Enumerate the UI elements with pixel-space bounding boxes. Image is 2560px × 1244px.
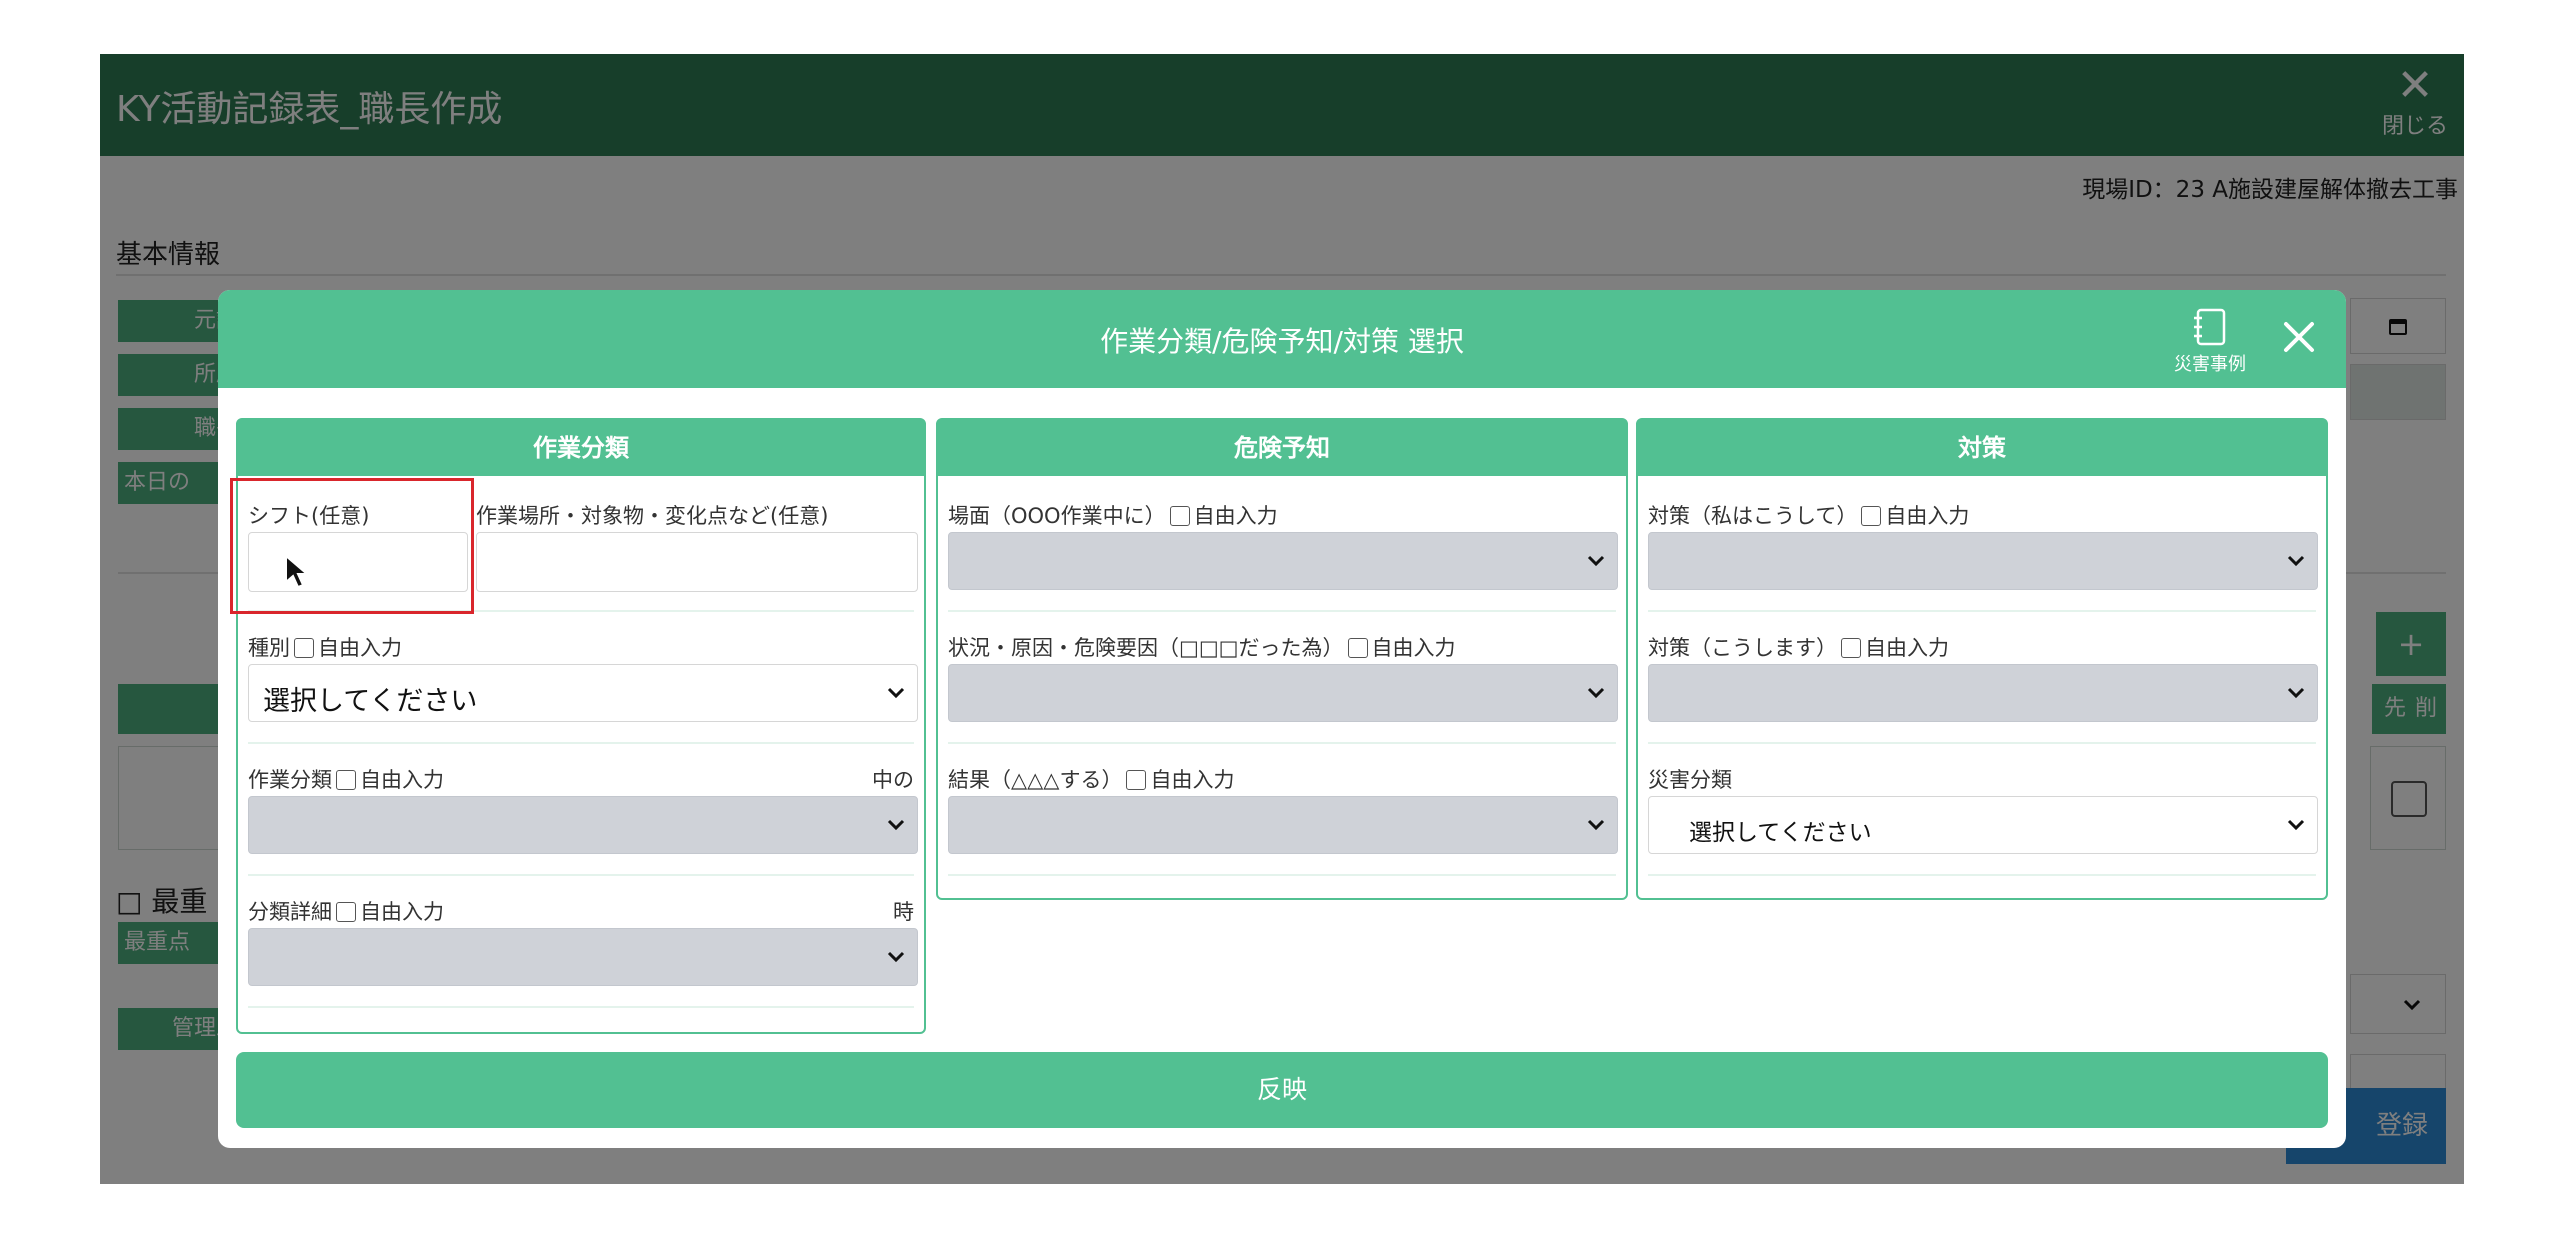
situation-select[interactable]: [948, 664, 1618, 722]
disaster-category-select[interactable]: 選択してください: [1648, 796, 2318, 854]
type-select-value: 選択してください: [263, 686, 478, 717]
modal-header: 作業分類/危険予知/対策 選択 災害事例: [218, 290, 2346, 388]
measure2-label: 対策（こうします）: [1648, 636, 1837, 660]
chevron-down-icon: [887, 819, 905, 831]
divider: [948, 742, 1616, 744]
panel-header-work: 作業分類: [238, 420, 924, 476]
category-select[interactable]: [248, 796, 918, 854]
disaster-category-label: 災害分類: [1648, 768, 1732, 792]
divider: [1648, 874, 2316, 876]
divider: [948, 610, 1616, 612]
divider: [248, 742, 914, 744]
detail-free-input-checkbox[interactable]: [336, 902, 356, 922]
result-label-row: 結果（△△△する） 自由入力: [948, 764, 1234, 794]
scene-select[interactable]: [948, 532, 1618, 590]
detail-hint: 時: [893, 900, 914, 924]
free-input-label: 自由入力: [1885, 504, 1970, 528]
measure2-label-row: 対策（こうします） 自由入力: [1648, 632, 1949, 662]
divider: [248, 1006, 914, 1008]
result-free-input-checkbox[interactable]: [1126, 770, 1147, 790]
disaster-case-button[interactable]: 災害事例: [2160, 308, 2260, 376]
panel-countermeasure: 対策 対策（私はこうして） 自由入力 対策（こうします） 自由入力 災害分類 選択し…: [1636, 418, 2328, 900]
panel-hazard-prediction: 危険予知 場面（OOO作業中に） 自由入力 状況・原因・危険要因（□□□だった為）…: [936, 418, 1628, 900]
free-input-label: 自由入力: [318, 636, 402, 660]
reflect-button[interactable]: 反映: [236, 1052, 2328, 1128]
category-label-row: 作業分類 自由入力: [248, 764, 444, 794]
detail-label: 分類詳細: [248, 900, 332, 924]
divider: [948, 874, 1616, 876]
free-input-label: 自由入力: [1150, 768, 1235, 792]
detail-select[interactable]: [248, 928, 918, 986]
measure2-select[interactable]: [1648, 664, 2318, 722]
scene-label-row: 場面（OOO作業中に） 自由入力: [948, 500, 1278, 530]
result-select[interactable]: [948, 796, 1618, 854]
detail-label-row: 分類詳細 自由入力: [248, 896, 444, 926]
category-free-input-checkbox[interactable]: [336, 770, 356, 790]
type-free-input-checkbox[interactable]: [294, 638, 314, 658]
disaster-case-label: 災害事例: [2174, 354, 2246, 375]
location-label: 作業場所・対象物・変化点など(任意): [476, 504, 829, 528]
chevron-down-icon: [1587, 555, 1605, 567]
free-input-label: 自由入力: [1193, 504, 1278, 528]
free-input-label: 自由入力: [360, 768, 444, 792]
free-input-label: 自由入力: [1371, 636, 1456, 660]
situation-label-row: 状況・原因・危険要因（□□□だった為） 自由入力: [948, 632, 1456, 662]
shift-highlight-box: [230, 478, 474, 614]
chevron-down-icon: [2287, 687, 2305, 699]
chevron-down-icon: [2287, 819, 2305, 831]
modal-title: 作業分類/危険予知/対策 選択: [1100, 325, 1464, 358]
type-select[interactable]: 選択してください: [248, 664, 918, 722]
free-input-label: 自由入力: [1865, 636, 1949, 660]
situation-free-input-checkbox[interactable]: [1347, 638, 1368, 658]
chevron-down-icon: [2287, 555, 2305, 567]
location-input[interactable]: [476, 532, 918, 592]
disaster-category-value: 選択してください: [1689, 820, 1872, 846]
chevron-down-icon: [1587, 687, 1605, 699]
category-hint: 中の: [872, 768, 914, 792]
type-label: 種別: [248, 636, 290, 660]
measure2-free-input-checkbox[interactable]: [1841, 638, 1861, 658]
type-label-row: 種別 自由入力: [248, 632, 402, 662]
free-input-label: 自由入力: [360, 900, 444, 924]
modal-close-button[interactable]: [2274, 312, 2324, 362]
selection-modal: 作業分類/危険予知/対策 選択 災害事例 作業分類 シフト(任意) 作業場所・対…: [218, 290, 2346, 1148]
close-icon: [2284, 322, 2314, 352]
divider: [1648, 610, 2316, 612]
panel-header-measure: 対策: [1638, 420, 2326, 476]
mouse-cursor-icon: [285, 554, 310, 589]
measure1-label: 対策（私はこうして）: [1648, 504, 1858, 528]
situation-label: 状況・原因・危険要因（□□□だった為）: [948, 636, 1344, 660]
divider: [1648, 742, 2316, 744]
measure1-free-input-checkbox[interactable]: [1861, 506, 1882, 526]
chevron-down-icon: [1587, 819, 1605, 831]
chevron-down-icon: [887, 687, 905, 699]
panel-header-hazard: 危険予知: [938, 420, 1626, 476]
category-label: 作業分類: [248, 768, 332, 792]
notebook-icon: [2194, 308, 2226, 346]
chevron-down-icon: [887, 951, 905, 963]
divider: [248, 874, 914, 876]
scene-label: 場面（OOO作業中に）: [948, 504, 1166, 528]
result-label: 結果（△△△する）: [948, 768, 1123, 792]
measure1-select[interactable]: [1648, 532, 2318, 590]
measure1-label-row: 対策（私はこうして） 自由入力: [1648, 500, 1969, 530]
scene-free-input-checkbox[interactable]: [1169, 506, 1190, 526]
